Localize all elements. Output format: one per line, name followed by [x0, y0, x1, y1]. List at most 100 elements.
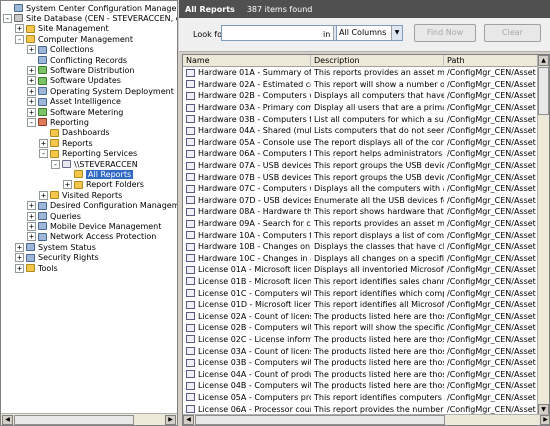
expand-icon[interactable]: + — [27, 232, 36, 242]
report-row[interactable]: License 04A - Count of products ...The p… — [183, 368, 539, 380]
report-path: /ConfigMgr_CEN/Asset I — [447, 369, 539, 379]
tree-node-reports[interactable]: + Reports — [39, 138, 93, 148]
report-row[interactable]: Hardware 07C - Computers with a...Displa… — [183, 183, 539, 195]
report-row[interactable]: Hardware 05A - Console users on ...The r… — [183, 137, 539, 149]
collapse-icon[interactable]: - — [27, 117, 36, 127]
tree-node-conflicting-records[interactable]: Conflicting Records — [27, 55, 127, 65]
list-horizontal-scrollbar[interactable]: ◀ ▶ — [183, 414, 549, 425]
tree-node-software-metering[interactable]: + Software Metering — [27, 107, 123, 117]
scroll-right-arrow-icon[interactable]: ▶ — [165, 415, 176, 425]
tree-node-os-deployment[interactable]: + Operating System Deployment — [27, 86, 174, 96]
collapse-icon[interactable]: - — [15, 34, 24, 44]
report-row[interactable]: Hardware 04A - Shared (multi-use...Lists… — [183, 125, 539, 137]
chevron-down-icon[interactable]: ▼ — [391, 26, 402, 40]
find-now-button[interactable]: Find Now — [414, 24, 476, 42]
tree-node-reporting-services[interactable]: - Reporting Services — [39, 149, 137, 159]
expand-icon[interactable]: + — [27, 86, 36, 96]
scroll-up-arrow-icon[interactable]: ▲ — [538, 55, 549, 66]
expand-icon[interactable]: + — [27, 221, 36, 231]
report-row[interactable]: License 05A - Computers providin...This … — [183, 392, 539, 404]
report-row[interactable]: License 01A - Microsoft license led...Di… — [183, 264, 539, 276]
clear-button[interactable]: Clear — [484, 24, 541, 42]
tree-node-asset-intelligence[interactable]: + Asset Intelligence — [27, 97, 121, 107]
collapse-icon[interactable]: - — [3, 13, 12, 23]
expand-icon[interactable]: + — [27, 201, 36, 211]
tree-node-sccm-root[interactable]: System Center Configuration Manager — [3, 3, 177, 13]
report-row[interactable]: Hardware 02A - Estimated comput...This r… — [183, 79, 539, 91]
expand-icon[interactable]: + — [15, 253, 24, 263]
scroll-right-arrow-icon[interactable]: ▶ — [540, 415, 549, 425]
report-row[interactable]: Hardware 07A - USB devices by m...This r… — [183, 160, 539, 172]
report-row[interactable]: License 02B - Computers with lice...This… — [183, 322, 539, 334]
column-header-path[interactable]: Path — [444, 55, 539, 67]
collapse-icon[interactable]: - — [39, 149, 48, 159]
column-header-description[interactable]: Description — [311, 55, 444, 67]
tree-node-network-access[interactable]: + Network Access Protection — [27, 232, 156, 242]
tree-node-tools[interactable]: + Tools — [15, 263, 58, 273]
expand-icon[interactable]: + — [39, 190, 48, 200]
report-row[interactable]: Hardware 08A - Hardware that is ...This … — [183, 206, 539, 218]
tree-node-computer-management[interactable]: - Computer Management — [15, 34, 133, 44]
collapse-icon[interactable]: - — [51, 159, 60, 169]
list-vertical-scrollbar[interactable]: ▲ ▼ — [537, 55, 549, 415]
tree-node-collections[interactable]: + Collections — [27, 45, 94, 55]
tree-scroll-thumb[interactable] — [14, 415, 134, 425]
tree-node-system-status[interactable]: + System Status — [15, 242, 96, 252]
report-path: /ConfigMgr_CEN/Asset I — [447, 230, 539, 240]
report-row[interactable]: License 01C - Computers with a s...This … — [183, 287, 539, 299]
tree-node-software-distribution[interactable]: + Software Distribution — [27, 65, 134, 75]
expand-icon[interactable]: + — [27, 211, 36, 221]
tree-node-desired-config[interactable]: + Desired Configuration Management — [27, 201, 177, 211]
report-row[interactable]: License 03A - Count of licenses by...The… — [183, 345, 539, 357]
expand-icon[interactable]: + — [27, 76, 36, 86]
expand-icon[interactable]: + — [15, 24, 24, 34]
reports-list[interactable]: Name Description Path Hardware 01A - Sum… — [182, 54, 550, 426]
tree-node-security-rights[interactable]: + Security Rights — [15, 253, 99, 263]
list-hscroll-thumb[interactable] — [195, 415, 445, 425]
expand-icon[interactable]: + — [15, 242, 24, 252]
report-row[interactable]: Hardware 02B - Computers within ...Displ… — [183, 90, 539, 102]
report-row[interactable]: Hardware 03B - Computers for a s...List … — [183, 113, 539, 125]
report-row[interactable]: Hardware 10B - Changes on a spe...Displa… — [183, 241, 539, 253]
report-row[interactable]: License 02A - Count of licenses ne...The… — [183, 310, 539, 322]
tree-node-visited-reports[interactable]: + Visited Reports — [39, 190, 122, 200]
column-select[interactable]: All Columns ▼ — [336, 25, 403, 41]
report-row[interactable]: Hardware 06A - Computers for w...This re… — [183, 148, 539, 160]
report-name: Hardware 04A - Shared (multi-use... — [198, 126, 311, 136]
tree-horizontal-scrollbar[interactable]: ◀ ▶ — [1, 413, 177, 425]
scroll-left-arrow-icon[interactable]: ◀ — [2, 415, 13, 425]
expand-icon[interactable]: + — [27, 45, 36, 55]
tree-node-reporting[interactable]: - Reporting — [27, 117, 89, 127]
tree-node-software-updates[interactable]: + Software Updates — [27, 76, 121, 86]
tree-node-site-management[interactable]: + Site Management — [15, 24, 109, 34]
expand-icon[interactable]: + — [39, 138, 48, 148]
tree-node-site-database[interactable]: - Site Database (CEN - STEVERACCEN, centr… — [3, 13, 177, 23]
tree-node-dashboards[interactable]: Dashboards — [39, 128, 110, 138]
expand-icon[interactable]: + — [63, 180, 72, 190]
expand-icon[interactable]: + — [27, 107, 36, 117]
tree-node-mobile-device[interactable]: + Mobile Device Management — [27, 221, 161, 231]
report-row[interactable]: License 01B - Microsoft license led...Th… — [183, 276, 539, 288]
tree-node-steveraccen[interactable]: - \\STEVERACCEN — [51, 159, 138, 169]
tree-node-all-reports[interactable]: All Reports — [63, 169, 134, 179]
report-row[interactable]: Hardware 01A - Summary of comp...This re… — [183, 67, 539, 79]
report-row[interactable]: License 04B - Computers with a sp...The … — [183, 380, 539, 392]
tree-node-report-folders[interactable]: + Report Folders — [63, 180, 144, 190]
expand-icon[interactable]: + — [15, 263, 24, 273]
expand-icon[interactable]: + — [27, 65, 36, 75]
report-row[interactable]: Hardware 03A - Primary computer...Displa… — [183, 102, 539, 114]
expand-icon[interactable]: + — [27, 97, 36, 107]
report-row[interactable]: Hardware 10C - Changes in a spe...Displa… — [183, 253, 539, 265]
list-scroll-thumb[interactable] — [538, 67, 549, 115]
report-row[interactable]: License 03B - Computers with a sp...The … — [183, 357, 539, 369]
console-tree-pane[interactable]: System Center Configuration Manager - Site… — [0, 0, 178, 426]
report-row[interactable]: License 01D - Microsoft license le...Thi… — [183, 299, 539, 311]
scroll-left-arrow-icon[interactable]: ◀ — [183, 415, 194, 425]
report-row[interactable]: Hardware 09A - Search for compu...This r… — [183, 218, 539, 230]
report-row[interactable]: Hardware 10A - Computers that h...This r… — [183, 229, 539, 241]
report-row[interactable]: Hardware 07B - USB devices by m...This r… — [183, 171, 539, 183]
tree-node-queries[interactable]: + Queries — [27, 211, 81, 221]
report-row[interactable]: Hardware 07D - USB devices on a...Enumer… — [183, 195, 539, 207]
report-row[interactable]: License 02C - License information ...The… — [183, 334, 539, 346]
column-header-name[interactable]: Name — [183, 55, 311, 67]
